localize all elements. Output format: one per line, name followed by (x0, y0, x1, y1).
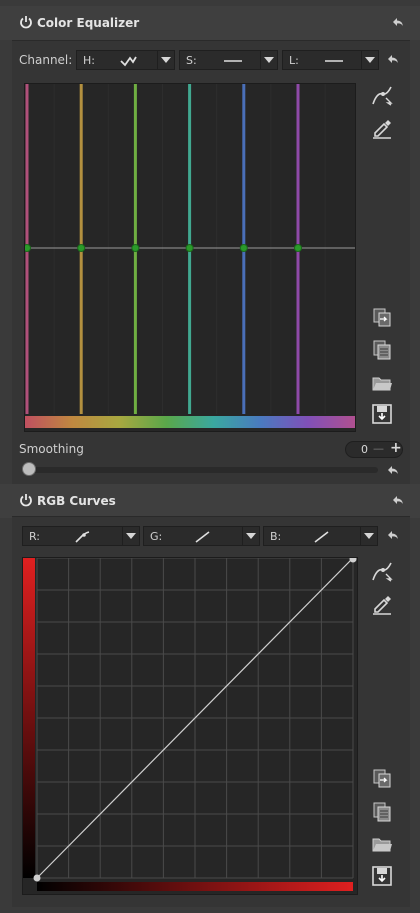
equalizer-graph[interactable] (25, 84, 355, 431)
hue-gradient-bar (25, 416, 355, 428)
smoothing-slider-track[interactable] (24, 467, 378, 473)
wave-curve-icon (120, 56, 137, 67)
channel-b-label: B: (270, 530, 282, 543)
channel-s-label: S: (186, 54, 197, 67)
channel-r-label: R: (29, 530, 41, 543)
band-control-point (77, 244, 86, 252)
smoothing-increment-button[interactable]: + (390, 440, 402, 456)
copy-icon[interactable] (371, 767, 393, 789)
smoothing-value[interactable]: 0 (361, 443, 368, 456)
channel-s-combo[interactable]: S: (179, 50, 278, 70)
rgb-curve-graph[interactable] (23, 558, 357, 894)
channel-h-combo[interactable]: H: (76, 50, 175, 70)
chevron-down-icon[interactable] (361, 51, 378, 69)
open-folder-icon[interactable] (371, 372, 393, 394)
output-gradient-bar (23, 558, 35, 878)
pick-curve-icon[interactable] (371, 84, 393, 106)
open-folder-icon[interactable] (371, 833, 393, 855)
copy-icon[interactable] (371, 306, 393, 328)
rgb-curves-header[interactable]: RGB Curves (0, 484, 420, 518)
smoothing-decrement-button[interactable]: — (373, 442, 384, 455)
color-equalizer-header[interactable]: Color Equalizer (0, 6, 420, 40)
channel-h-label: H: (83, 54, 95, 67)
band-control-point (131, 244, 140, 252)
channel-g-label: G: (150, 530, 163, 543)
band-control-point (294, 244, 302, 252)
eyedropper-icon[interactable] (371, 593, 393, 615)
paste-icon[interactable] (371, 339, 393, 361)
channel-l-label: L: (289, 54, 299, 67)
chevron-down-icon[interactable] (360, 527, 377, 545)
band-control-point (25, 244, 31, 252)
eyedropper-icon[interactable] (371, 117, 393, 139)
power-icon[interactable] (19, 493, 33, 507)
chevron-down-icon[interactable] (242, 527, 259, 545)
channel-g-combo[interactable]: G: (143, 526, 260, 546)
chevron-down-icon[interactable] (260, 51, 277, 69)
rgb-curve-area[interactable] (22, 557, 358, 895)
curve-control-point (349, 558, 357, 563)
linear-curve-icon (195, 531, 210, 543)
channel-l-combo[interactable]: L: (282, 50, 379, 70)
rgb-curves-panel: R: G: B: (12, 516, 410, 907)
flat-curve-icon (325, 60, 343, 62)
channel-b-combo[interactable]: B: (263, 526, 378, 546)
channel-r-combo[interactable]: R: (22, 526, 140, 546)
band-control-point (239, 244, 248, 252)
smoothing-slider-handle[interactable] (22, 462, 36, 476)
equalizer-curve-area[interactable] (24, 83, 356, 432)
paste-icon[interactable] (371, 801, 393, 823)
reset-icon[interactable] (392, 495, 404, 505)
power-icon[interactable] (19, 15, 33, 29)
reset-icon[interactable] (387, 54, 399, 64)
color-equalizer-title: Color Equalizer (37, 16, 140, 30)
pick-curve-icon[interactable] (371, 560, 393, 582)
channel-label: Channel: (19, 53, 73, 67)
input-gradient-bar (37, 882, 353, 891)
save-icon[interactable] (371, 865, 393, 887)
band-control-point (185, 244, 194, 252)
save-icon[interactable] (371, 403, 393, 425)
smoothing-label: Smoothing (19, 442, 84, 456)
flat-curve-icon (224, 60, 242, 62)
custom-curve-icon (75, 531, 90, 543)
rgb-curves-title: RGB Curves (37, 494, 116, 508)
linear-curve-icon (314, 531, 329, 543)
color-equalizer-panel: Channel: H: S: L: Smoothing 0 — + (12, 40, 410, 486)
chevron-down-icon[interactable] (122, 527, 139, 545)
reset-icon[interactable] (392, 17, 404, 27)
chevron-down-icon[interactable] (157, 51, 174, 69)
reset-icon[interactable] (387, 530, 399, 540)
curve-control-point (33, 874, 41, 882)
reset-icon[interactable] (387, 465, 399, 475)
smoothing-spinbox[interactable]: 0 — + (345, 440, 403, 458)
